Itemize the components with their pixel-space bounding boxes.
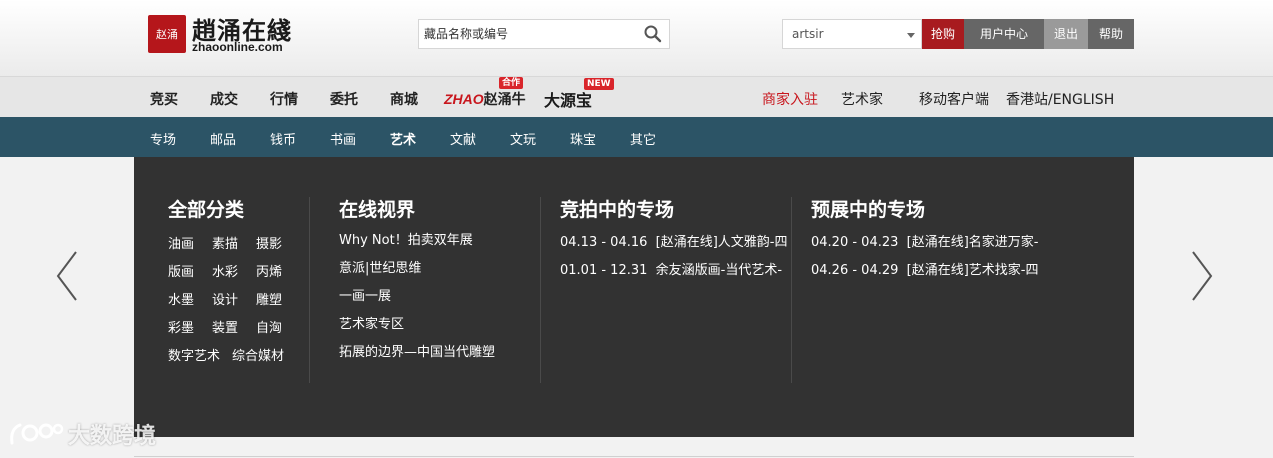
online-vision-title: 在线视界 xyxy=(339,199,416,221)
live-auction-item[interactable]: 04.13 - 04.16 [赵涌在线]人文雅韵-四 xyxy=(560,231,792,250)
main-nav-item-deals[interactable]: 成交 xyxy=(210,89,238,109)
auction-dates: 04.26 - 04.29 xyxy=(811,263,899,278)
all-categories-title: 全部分类 xyxy=(168,199,245,221)
search-icon[interactable] xyxy=(643,24,663,44)
online-vision-link[interactable]: 拓展的边界—中国当代雕塑 xyxy=(339,341,495,360)
main-nav-item-market[interactable]: 行情 xyxy=(270,89,298,109)
column-divider xyxy=(309,197,310,383)
content-divider xyxy=(134,456,1134,457)
main-nav-item-mall[interactable]: 商城 xyxy=(390,89,418,109)
username-select[interactable]: artsir xyxy=(782,19,922,49)
auction-dates: 04.13 - 04.16 xyxy=(560,235,648,250)
sub-nav-item-special[interactable]: 专场 xyxy=(150,129,176,148)
category-link[interactable]: 丙烯 xyxy=(256,261,282,280)
online-vision-link[interactable]: 艺术家专区 xyxy=(339,313,404,332)
site-header: 赵涌 趙涌在綫 zhaoonline.com artsir 抢购 用户中心 退出… xyxy=(0,0,1273,76)
preview-auction-item[interactable]: 04.26 - 04.29 [赵涌在线]艺术找家-四 xyxy=(811,259,1043,278)
main-nav-item-dayuanbao[interactable]: 大源宝 NEW xyxy=(544,78,614,111)
auction-name: 余友涵版画-当代艺术- xyxy=(655,263,783,278)
user-center-button[interactable]: 用户中心 xyxy=(964,19,1044,49)
category-link[interactable]: 水彩 xyxy=(212,261,238,280)
preview-auctions-title: 预展中的专场 xyxy=(811,199,926,221)
help-button[interactable]: 帮助 xyxy=(1088,19,1134,49)
category-link[interactable]: 数字艺术 xyxy=(168,345,220,364)
sub-nav-item-painting[interactable]: 书画 xyxy=(330,129,356,148)
artist-link[interactable]: 艺术家 xyxy=(841,89,883,109)
watermark-logo-icon xyxy=(10,423,64,445)
sub-nav-item-stamps[interactable]: 邮品 xyxy=(210,129,236,148)
watermark-text: 大数跨境 xyxy=(68,424,157,449)
online-vision-link[interactable]: 一画一展 xyxy=(339,285,391,304)
watermark: 大数跨境 xyxy=(8,418,156,450)
flash-buy-button[interactable]: 抢购 xyxy=(922,19,964,49)
logo-seal-icon: 赵涌 xyxy=(148,15,186,53)
caret-down-icon xyxy=(907,33,915,38)
zhao-brand-name: 赵涌牛 xyxy=(483,92,526,108)
art-dropdown-panel: 全部分类 油画 素描 摄影 版画 水彩 丙烯 水墨 设计 雕塑 彩墨 装置 自洶… xyxy=(134,157,1134,437)
main-nav: 竞买 成交 行情 委托 商城 ZHAO赵涌牛 合作 大源宝 NEW 商家入驻 艺… xyxy=(0,76,1273,117)
online-vision-link[interactable]: Why Not！拍卖双年展 xyxy=(339,229,473,248)
column-divider xyxy=(540,197,541,383)
auction-dates: 04.20 - 04.23 xyxy=(811,235,899,250)
category-link[interactable]: 油画 xyxy=(168,233,194,252)
category-link[interactable]: 素描 xyxy=(212,233,238,252)
category-link[interactable]: 水墨 xyxy=(168,289,194,308)
logo-domain: zhaoonline.com xyxy=(192,40,283,54)
auction-name: [赵涌在线]艺术找家-四 xyxy=(906,263,1039,278)
chevron-left-icon[interactable] xyxy=(55,250,79,302)
search-box xyxy=(418,19,670,49)
main-nav-item-consign[interactable]: 委托 xyxy=(330,89,358,109)
live-auction-item[interactable]: 01.01 - 12.31 余友涵版画-当代艺术- xyxy=(560,259,792,278)
hk-english-link[interactable]: 香港站/ENGLISH xyxy=(1006,89,1114,109)
dayuanbao-brand-name: 大源宝 xyxy=(544,91,593,110)
category-link[interactable]: 设计 xyxy=(212,289,238,308)
zhao-brand-prefix: ZHAO xyxy=(444,91,484,107)
search-input[interactable] xyxy=(419,20,639,48)
chevron-right-icon[interactable] xyxy=(1190,250,1214,302)
site-logo[interactable]: 赵涌 趙涌在綫 zhaoonline.com xyxy=(148,13,308,57)
sub-nav-item-documents[interactable]: 文献 xyxy=(450,129,476,148)
main-nav-item-bid[interactable]: 竞买 xyxy=(150,89,178,109)
category-link[interactable]: 装置 xyxy=(212,317,238,336)
live-auctions-title: 竞拍中的专场 xyxy=(560,199,675,221)
sub-nav: 专场 邮品 钱币 书画 艺术 文献 文玩 珠宝 其它 xyxy=(0,117,1273,157)
sub-nav-item-curios[interactable]: 文玩 xyxy=(510,129,536,148)
category-link[interactable]: 自洶 xyxy=(256,317,282,336)
preview-auction-item[interactable]: 04.20 - 04.23 [赵涌在线]名家进万家- xyxy=(811,231,1043,250)
main-nav-item-zhaoyongniu[interactable]: ZHAO赵涌牛 合作 xyxy=(444,77,526,109)
category-link[interactable]: 综合媒材 xyxy=(232,345,284,364)
auction-name: [赵涌在线]名家进万家- xyxy=(906,235,1039,250)
new-badge: NEW xyxy=(584,78,614,90)
merchant-join-link[interactable]: 商家入驻 xyxy=(762,89,818,109)
online-vision-link[interactable]: 意派|世纪思维 xyxy=(339,257,421,276)
category-link[interactable]: 摄影 xyxy=(256,233,282,252)
column-divider xyxy=(791,197,792,383)
category-link[interactable]: 雕塑 xyxy=(256,289,282,308)
username-value: artsir xyxy=(792,27,824,41)
partner-badge: 合作 xyxy=(499,77,524,89)
logout-button[interactable]: 退出 xyxy=(1044,19,1088,49)
sub-nav-item-other[interactable]: 其它 xyxy=(630,129,656,148)
category-link[interactable]: 版画 xyxy=(168,261,194,280)
sub-nav-item-coins[interactable]: 钱币 xyxy=(270,129,296,148)
category-link[interactable]: 彩墨 xyxy=(168,317,194,336)
auction-name: [赵涌在线]人文雅韵-四 xyxy=(655,235,788,250)
sub-nav-item-art[interactable]: 艺术 xyxy=(390,129,416,148)
sub-nav-item-jewelry[interactable]: 珠宝 xyxy=(570,129,596,148)
mobile-client-link[interactable]: 移动客户端 xyxy=(919,89,989,109)
auction-dates: 01.01 - 12.31 xyxy=(560,263,648,278)
